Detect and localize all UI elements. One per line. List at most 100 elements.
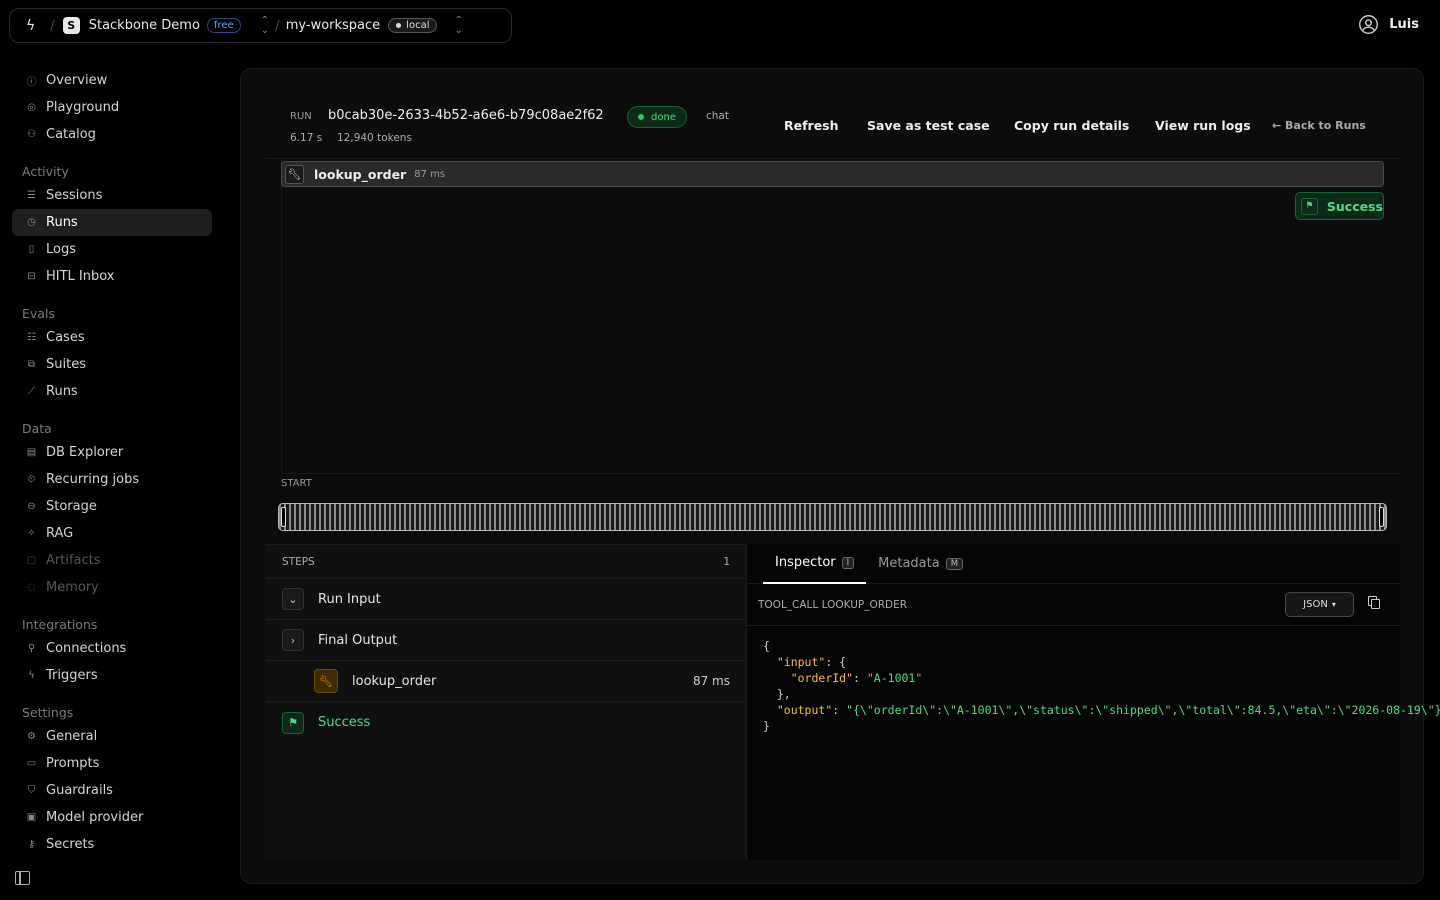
format-label: JSON [1303, 599, 1328, 610]
view-run-logs-button[interactable]: View run logs [1155, 118, 1251, 133]
sidebar-item-connections[interactable]: ⚲ Connections [12, 635, 212, 662]
cpu-icon: ▣ [26, 812, 37, 823]
sidebar-item-label: General [46, 729, 98, 744]
run-tokens: 12,940 tokens [337, 132, 412, 144]
sidebar-item-artifacts: ▢ Artifacts [12, 547, 212, 574]
run-kind: chat [706, 110, 729, 122]
wrench-icon: 🔧︎ [314, 669, 338, 693]
env-badge: local [388, 18, 438, 33]
sidebar-item-label: Triggers [46, 668, 98, 683]
scrubber-start-handle[interactable] [281, 507, 286, 527]
tab-label: Metadata [878, 556, 940, 571]
step-run-input[interactable]: ⌄ Run Input [265, 579, 746, 620]
logo-icon[interactable]: ϟ [26, 18, 46, 34]
sidebar-item-storage[interactable]: ⊖ Storage [12, 493, 212, 520]
plan-badge: free [206, 18, 241, 33]
sidebar-item-prompts[interactable]: ▭ Prompts [12, 750, 212, 777]
org-name[interactable]: Stackbone Demo [89, 18, 200, 33]
status-dot-icon [638, 114, 644, 120]
json-value: "A-1001" [866, 671, 923, 685]
breadcrumb-separator: / [275, 17, 280, 34]
steps-title: STEPS [282, 555, 315, 568]
sidebar-item-runs[interactable]: ◷ Runs [12, 209, 212, 236]
sidebar-item-label: Secrets [46, 837, 95, 852]
sidebar-toggle-icon[interactable] [15, 871, 30, 885]
sidebar-item-label: Cases [46, 330, 85, 345]
sidebar-item-playground[interactable]: ◎ Playground [12, 94, 212, 121]
inbox-icon: ⊟ [27, 271, 36, 282]
back-to-runs-link[interactable]: ← Back to Runs [1272, 119, 1366, 132]
scrubber-end-handle[interactable] [1379, 507, 1384, 527]
sidebar-section-activity: Activity [22, 164, 69, 179]
sidebar-item-label: Runs [46, 384, 78, 399]
step-tool-lookup-order[interactable]: 🔧︎ lookup_order 87 ms [265, 661, 746, 702]
sidebar-item-model-provider[interactable]: ▣ Model provider [12, 804, 212, 831]
copy-run-details-button[interactable]: Copy run details [1014, 118, 1129, 133]
sidebar-item-hitl-inbox[interactable]: ⊟ HITL Inbox [12, 263, 212, 290]
list-icon: ☰ [27, 190, 36, 201]
sidebar-item-cases[interactable]: ☷ Cases [12, 324, 212, 351]
sidebar-section-settings: Settings [22, 705, 74, 720]
sidebar-item-overview[interactable]: ⓘ Overview [12, 67, 212, 94]
save-test-case-button[interactable]: Save as test case [867, 118, 990, 133]
sidebar-item-recurring-jobs[interactable]: ⏲ Recurring jobs [12, 466, 212, 493]
refresh-button[interactable]: Refresh [784, 118, 839, 133]
sidebar-item-rag[interactable]: ✧ RAG [12, 520, 212, 547]
step-label: Final Output [318, 632, 398, 648]
chevron-right-icon[interactable]: › [282, 629, 304, 651]
inspector-context: TOOL_CALL LOOKUP_ORDER [758, 598, 908, 611]
chevron-down-icon[interactable]: ⌄ [282, 588, 304, 610]
sidebar-item-db-explorer[interactable]: ▤ DB Explorer [12, 439, 212, 466]
env-dot-icon [396, 23, 402, 28]
tab-metadata[interactable]: Metadata M [866, 544, 975, 584]
sidebar-item-sessions[interactable]: ☰ Sessions [12, 182, 212, 209]
timeline-scrubber[interactable] [278, 503, 1387, 531]
stack-icon: ⧉ [27, 359, 36, 370]
sidebar-item-guardrails[interactable]: ⛉ Guardrails [12, 777, 212, 804]
sidebar-item-suites[interactable]: ⧉ Suites [12, 351, 212, 378]
gear-icon: ⚙ [27, 731, 36, 742]
format-select[interactable]: JSON ▾ [1285, 592, 1354, 617]
status-badge: done [627, 106, 687, 128]
inspector-tabs: Inspector I Metadata M [747, 544, 1400, 584]
sidebar-item-label: Guardrails [46, 783, 113, 798]
timer-icon: ⏲ [27, 474, 36, 485]
org-switcher-chevron-icon[interactable]: ⌃ ⌄ [261, 15, 269, 36]
workspace-name[interactable]: my-workspace [286, 18, 380, 33]
step-final-output[interactable]: › Final Output [265, 620, 746, 661]
shortcut-key: M [945, 557, 964, 570]
timeline-success-marker[interactable]: ⚑ Success [1295, 192, 1384, 220]
json-value: "{\"orderId\":\"A-1001\",\"status\":\"sh… [846, 703, 1440, 717]
step-label: lookup_order [352, 673, 437, 689]
inspector-panel: Inspector I Metadata M TOOL_CALL LOOKUP_… [746, 544, 1440, 860]
drive-icon: ⊖ [27, 501, 36, 512]
sidebar-item-label: DB Explorer [46, 445, 124, 460]
sidebar-item-general[interactable]: ⚙ General [12, 723, 212, 750]
sidebar-item-label: Memory [46, 580, 99, 595]
org-avatar: S [62, 17, 80, 34]
user-menu[interactable]: Luis [1358, 14, 1419, 35]
sidebar-item-catalog[interactable]: ⚇ Catalog [12, 121, 212, 148]
json-key: "input" [776, 655, 826, 669]
json-key: "orderId" [790, 671, 854, 685]
flag-icon: ⚑ [1301, 197, 1318, 215]
sidebar-item-eval-runs[interactable]: ⟋ Runs [12, 378, 212, 405]
clock-icon: ◷ [27, 217, 36, 228]
sidebar-item-label: Suites [46, 357, 86, 372]
sidebar-item-secrets[interactable]: ⚷ Secrets [12, 831, 212, 858]
shield-icon: ⛉ [27, 785, 36, 796]
timeline-tool-bar[interactable]: 🔧︎ lookup_order 87 ms [281, 161, 1384, 187]
workspace-switcher-chevron-icon[interactable]: ⌃ ⌄ [454, 15, 462, 36]
plug-icon: ⚲ [27, 643, 36, 654]
copy-icon[interactable] [1368, 596, 1380, 609]
run-id: b0cab30e-2633-4b52-a6e6-b79c08ae2f62 [328, 108, 604, 123]
step-success[interactable]: ⚑ Success [265, 702, 746, 743]
step-duration: 87 ms [692, 674, 730, 688]
sidebar-item-memory: ◌ Memory [12, 574, 212, 601]
sidebar-item-triggers[interactable]: ϟ Triggers [12, 662, 212, 689]
tab-label: Inspector [775, 555, 836, 570]
sidebar-item-logs[interactable]: ▯ Logs [12, 236, 212, 263]
tab-inspector[interactable]: Inspector I [763, 544, 867, 584]
target-icon: ◎ [27, 102, 36, 113]
status-label: done [651, 111, 676, 123]
